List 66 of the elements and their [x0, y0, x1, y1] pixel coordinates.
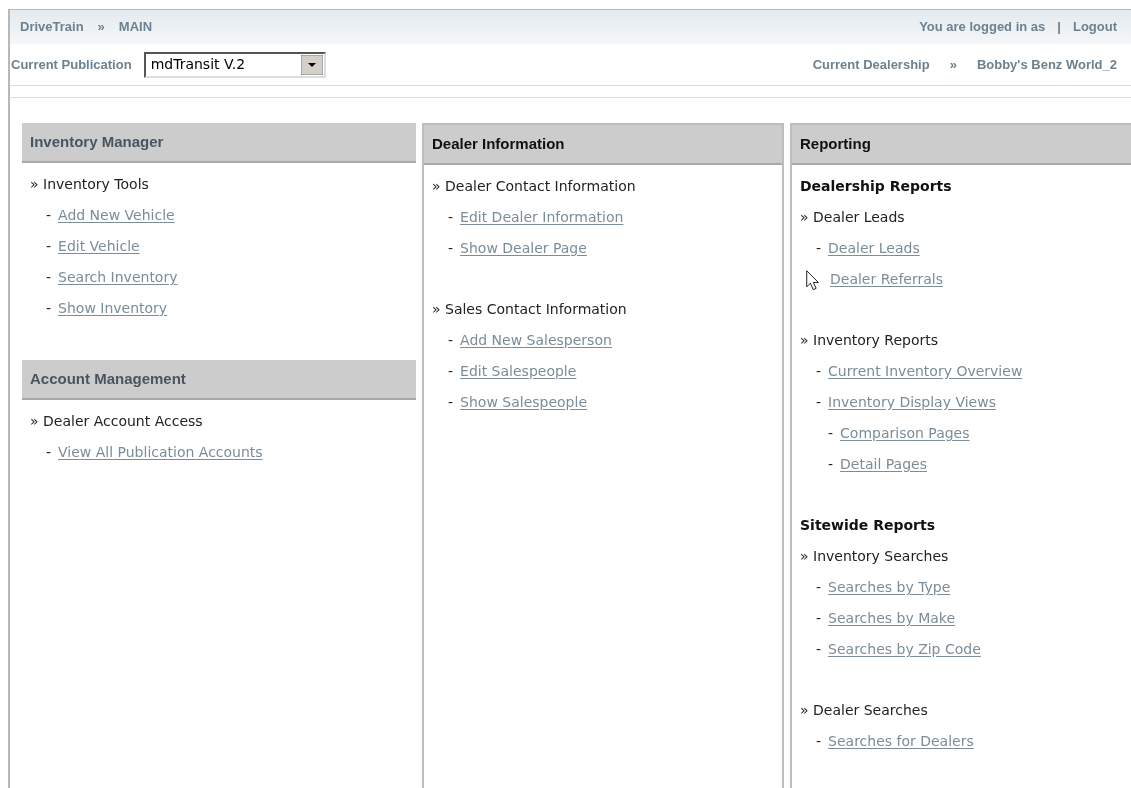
nav-link[interactable]: Searches by Type — [828, 577, 951, 598]
group-label: » Inventory Tools — [30, 175, 149, 194]
nav-link[interactable]: Search Inventory — [58, 267, 178, 288]
nav-link[interactable]: Show Dealer Page — [460, 238, 587, 259]
list-dash: - — [448, 393, 454, 412]
nav-link[interactable]: Add New Vehicle — [58, 205, 175, 226]
list-dash: - — [816, 362, 822, 381]
group-label: » Dealer Account Access — [30, 412, 203, 431]
list-dash: - — [816, 640, 822, 659]
nav-link[interactable]: Detail Pages — [840, 454, 927, 475]
nav-link[interactable]: Edit Salespeople — [460, 361, 577, 382]
list-dash: - — [828, 424, 834, 443]
group-label: » Dealer Searches — [800, 701, 928, 720]
section-subheading: Dealership Reports — [800, 177, 952, 196]
panel-header: Account Management — [22, 360, 416, 400]
nav-link[interactable]: Edit Dealer Information — [460, 207, 624, 228]
nav-link[interactable]: Searches for Dealers — [828, 731, 974, 752]
list-dash: - — [448, 239, 454, 258]
nav-link[interactable]: Add New Salesperson — [460, 330, 612, 351]
separator: | — [1057, 18, 1061, 37]
group-label: » Inventory Searches — [800, 547, 949, 566]
breadcrumb-item[interactable]: MAIN — [118, 17, 153, 37]
nav-link[interactable]: Show Salespeople — [460, 392, 587, 413]
section-subheading: Sitewide Reports — [800, 516, 936, 535]
login-status: You are logged in as — [919, 18, 1046, 37]
list-dash: - — [816, 578, 822, 597]
list-dash: - — [816, 732, 822, 751]
group-label: » Dealer Contact Information — [432, 177, 636, 196]
group-label: » Dealer Leads — [800, 208, 905, 227]
list-dash: - — [448, 208, 454, 227]
publication-select[interactable]: mdTransit V.2 — [143, 51, 326, 78]
nav-link[interactable]: Searches by Make — [828, 608, 956, 629]
nav-link[interactable]: View All Publication Accounts — [58, 442, 263, 463]
nav-link[interactable]: Comparison Pages — [840, 423, 970, 444]
list-dash: - — [46, 237, 52, 256]
nav-link[interactable]: Dealer Referrals — [830, 269, 943, 290]
nav-link[interactable]: Searches by Zip Code — [828, 639, 981, 660]
list-dash: - — [816, 393, 822, 412]
nav-link[interactable]: Edit Vehicle — [58, 236, 140, 257]
list-dash: - — [46, 268, 52, 287]
list-dash: - — [448, 362, 454, 381]
nav-link[interactable]: Show Inventory — [58, 298, 168, 319]
dealership-name: Bobby's Benz World_2 — [976, 55, 1117, 74]
group-label: » Inventory Reports — [800, 331, 939, 350]
list-dash: - — [816, 239, 822, 258]
list-dash: - — [46, 299, 52, 318]
panel-header: Inventory Manager — [22, 123, 416, 163]
dealership-label: Current Dealership — [812, 55, 930, 74]
list-dash: - — [46, 206, 52, 225]
list-dash: - — [816, 609, 822, 628]
list-dash: - — [46, 443, 52, 462]
dropdown-arrow-icon[interactable] — [300, 54, 323, 75]
breadcrumb-separator: » — [949, 55, 957, 74]
breadcrumb-item[interactable]: DriveTrain — [20, 17, 84, 37]
nav-link[interactable]: Current Inventory Overview — [828, 361, 1023, 382]
mouse-pointer-icon — [806, 269, 822, 293]
list-dash: - — [828, 455, 834, 474]
logout-link[interactable]: Logout — [1072, 17, 1117, 37]
breadcrumb-separator: » — [97, 18, 105, 37]
nav-link[interactable]: Dealer Leads — [828, 238, 920, 259]
panel-header: Reporting — [792, 125, 1131, 165]
nav-link[interactable]: Inventory Display Views — [828, 392, 996, 413]
list-dash: - — [448, 331, 454, 350]
group-label: » Sales Contact Information — [432, 300, 627, 319]
panel-header: Dealer Information — [424, 125, 782, 165]
publication-label: Current Publication — [11, 55, 132, 74]
